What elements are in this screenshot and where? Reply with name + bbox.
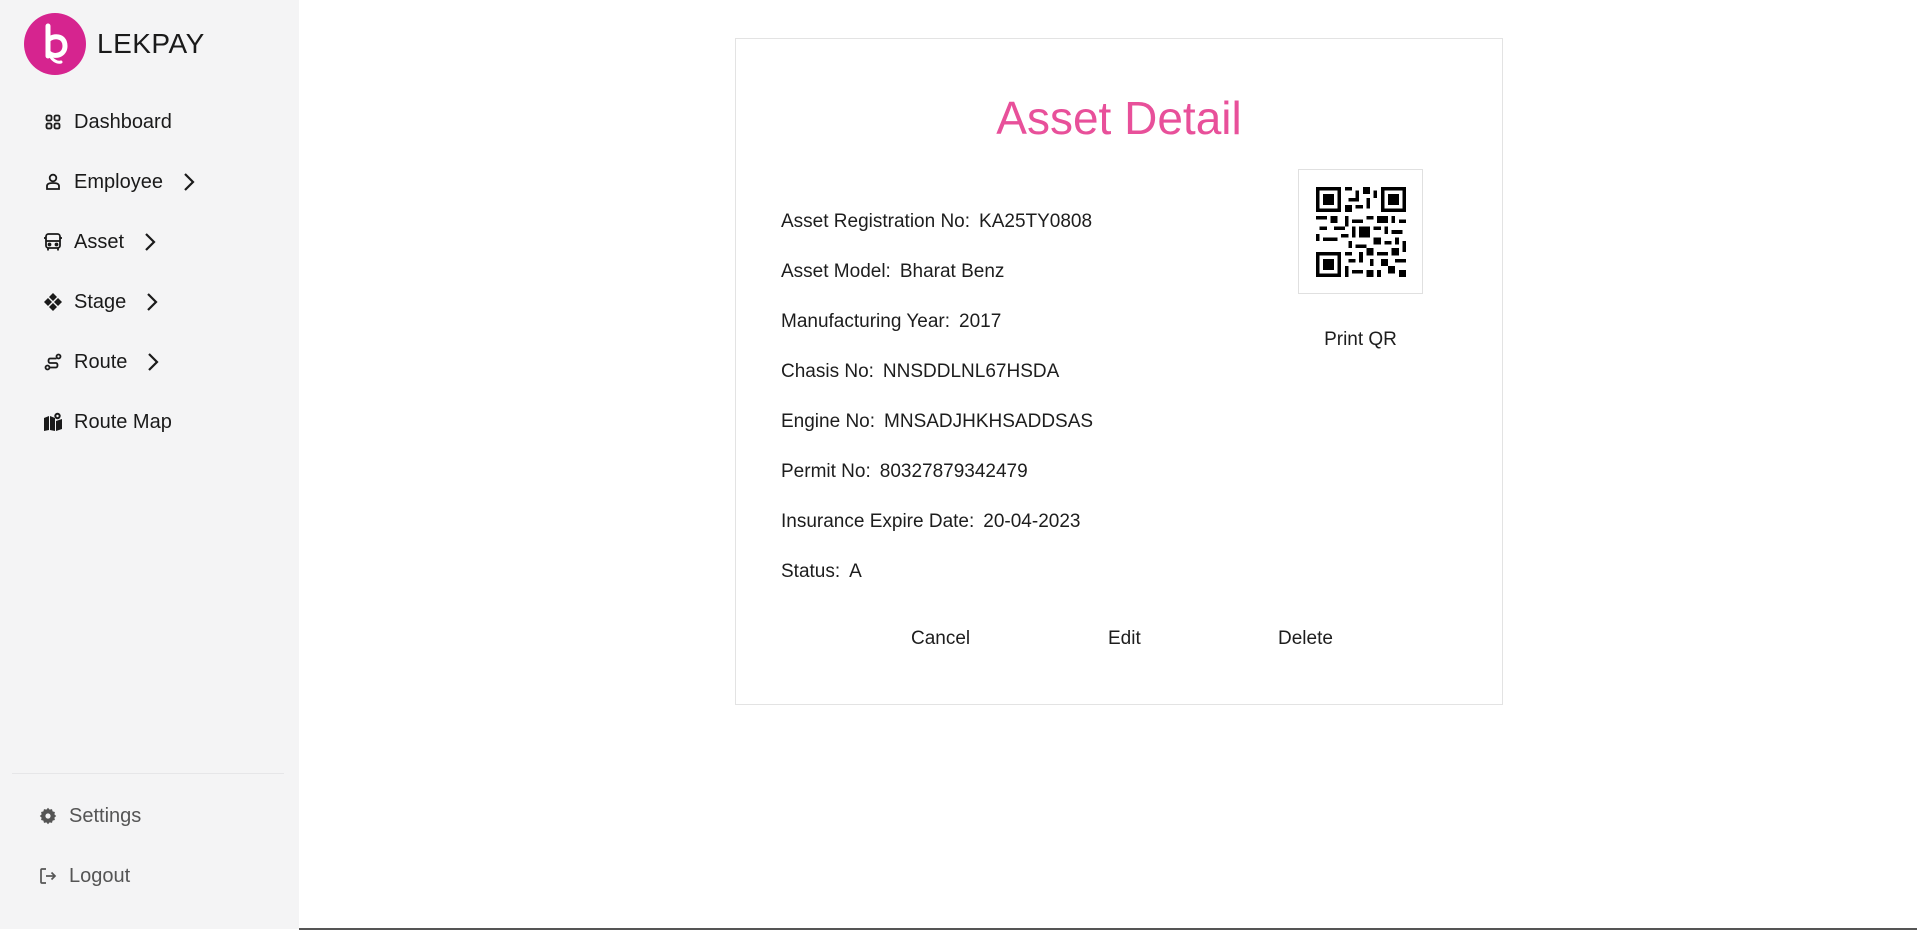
qr-code-icon xyxy=(1315,186,1406,277)
page-title: Asset Detail xyxy=(996,92,1242,144)
sidebar-item-employee[interactable]: Employee xyxy=(43,162,195,202)
field-engine-no: Engine No: MNSADJHKHSADDSAS xyxy=(781,411,1093,433)
sidebar-item-label: Employee xyxy=(74,170,163,193)
field-value: 2017 xyxy=(959,311,1002,332)
gear-icon xyxy=(38,806,58,826)
field-label: Status: xyxy=(781,561,841,582)
sidebar-item-label: Asset xyxy=(74,230,125,253)
sidebar-item-settings[interactable]: Settings xyxy=(38,796,141,836)
field-insurance-expire-date: Insurance Expire Date: 20-04-2023 xyxy=(781,511,1080,533)
field-permit-no: Permit No: 80327879342479 xyxy=(781,461,1028,483)
field-label: Chasis No: xyxy=(781,361,874,382)
field-manufacturing-year: Manufacturing Year: 2017 xyxy=(781,311,1001,333)
edit-button[interactable]: Edit xyxy=(1108,628,1141,650)
logout-icon xyxy=(38,866,58,886)
sidebar-item-label: Logout xyxy=(69,864,131,887)
field-value: 20-04-2023 xyxy=(983,511,1081,532)
sidebar-item-logout[interactable]: Logout xyxy=(38,856,130,896)
field-value: MNSADJHKHSADDSAS xyxy=(884,411,1094,432)
chevron-right-icon[interactable] xyxy=(183,172,195,192)
field-asset-model: Asset Model: Bharat Benz xyxy=(781,261,1004,283)
sidebar-item-route[interactable]: Route xyxy=(43,342,159,382)
chevron-right-icon[interactable] xyxy=(146,292,158,312)
brand-name: LEKPAY xyxy=(97,28,205,59)
sidebar-item-label: Stage xyxy=(74,290,127,313)
dashboard-grid-icon xyxy=(43,112,63,132)
field-status: Status: A xyxy=(781,561,862,583)
sidebar-item-asset[interactable]: Asset xyxy=(43,222,156,262)
sidebar-item-stage[interactable]: Stage xyxy=(43,282,158,322)
bus-icon xyxy=(43,232,63,252)
sidebar-divider xyxy=(12,773,284,774)
delete-button[interactable]: Delete xyxy=(1278,628,1333,650)
field-label: Asset Model: xyxy=(781,261,891,282)
field-value: Bharat Benz xyxy=(899,261,1005,282)
field-value: KA25TY0808 xyxy=(979,211,1093,232)
sidebar-item-label: Route Map xyxy=(74,410,172,433)
chevron-right-icon[interactable] xyxy=(144,232,156,252)
field-label: Permit No: xyxy=(781,461,871,482)
print-qr-button[interactable]: Print QR xyxy=(1298,329,1423,351)
field-value: A xyxy=(849,561,862,582)
field-label: Insurance Expire Date: xyxy=(781,511,975,532)
sidebar-item-dashboard[interactable]: Dashboard xyxy=(43,102,172,142)
field-label: Manufacturing Year: xyxy=(781,311,951,332)
asset-detail-card: Asset Detail Asset Registration No: KA25T… xyxy=(735,38,1503,705)
field-label: Engine No: xyxy=(781,411,876,432)
diamond-grid-icon xyxy=(43,292,63,312)
sidebar-item-label: Settings xyxy=(69,804,142,827)
sidebar: LEKPAY Dashboard Employee Asset Stage Ro… xyxy=(0,0,299,929)
sidebar-item-label: Dashboard xyxy=(74,110,172,133)
cancel-button[interactable]: Cancel xyxy=(911,628,970,650)
user-icon xyxy=(43,172,63,192)
sidebar-item-route-map[interactable]: Route Map xyxy=(43,402,172,442)
sidebar-item-label: Route xyxy=(74,350,128,373)
field-label: Asset Registration No: xyxy=(781,211,971,232)
route-icon xyxy=(43,352,63,372)
field-registration-no: Asset Registration No: KA25TY0808 xyxy=(781,211,1092,233)
lekpay-logo-icon xyxy=(24,13,86,75)
field-value: 80327879342479 xyxy=(879,461,1028,482)
field-value: NNSDDLNL67HSDA xyxy=(882,361,1060,382)
qr-code xyxy=(1298,169,1423,294)
chevron-right-icon[interactable] xyxy=(147,352,159,372)
field-chasis-no: Chasis No: NNSDDLNL67HSDA xyxy=(781,361,1059,383)
brand[interactable]: LEKPAY xyxy=(24,13,205,75)
map-icon xyxy=(43,412,63,432)
